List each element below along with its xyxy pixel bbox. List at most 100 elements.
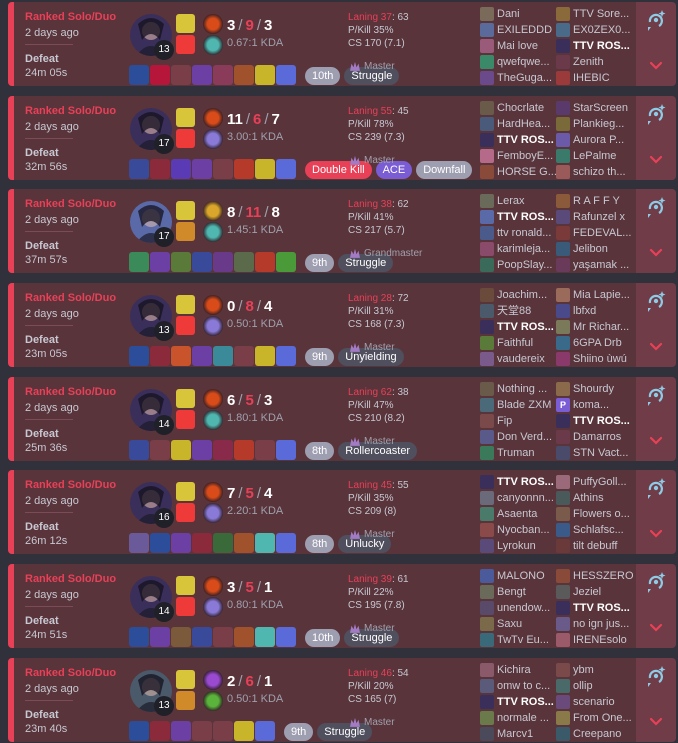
item-icon[interactable] bbox=[276, 65, 296, 85]
player-row[interactable]: TTV ROS... bbox=[480, 319, 558, 335]
player-name[interactable]: koma... bbox=[573, 398, 634, 412]
player-name[interactable]: unendow... bbox=[497, 601, 558, 615]
player-name[interactable]: karimleja... bbox=[497, 242, 558, 256]
player-row[interactable]: 6GPA Drb bbox=[556, 335, 634, 351]
item-icon[interactable] bbox=[150, 65, 170, 85]
player-row[interactable]: Asaenta bbox=[480, 506, 558, 522]
item-icon[interactable] bbox=[192, 346, 212, 366]
player-row[interactable]: lbfxd bbox=[556, 303, 634, 319]
item-icon[interactable] bbox=[234, 159, 254, 179]
summoner-spell-icon[interactable] bbox=[176, 597, 195, 616]
item-icon[interactable] bbox=[276, 159, 296, 179]
player-row[interactable]: TTV ROS... bbox=[556, 38, 634, 54]
player-row[interactable]: Rafunzel x bbox=[556, 209, 634, 225]
player-row[interactable]: tilt debuff bbox=[556, 538, 634, 554]
item-icon[interactable] bbox=[213, 721, 233, 741]
player-name[interactable]: schizo th... bbox=[573, 165, 634, 179]
player-name[interactable]: ollip bbox=[573, 679, 634, 693]
item-icon[interactable] bbox=[276, 252, 296, 272]
ai-analysis-button[interactable] bbox=[643, 475, 669, 501]
player-row[interactable]: Plankieg... bbox=[556, 116, 634, 132]
player-row[interactable]: qwefqwe... bbox=[480, 54, 558, 70]
player-name[interactable]: FEDEVAL... bbox=[573, 226, 634, 240]
player-row[interactable]: TTV ROS... bbox=[480, 132, 558, 148]
item-icon[interactable] bbox=[213, 627, 233, 647]
rune-icon[interactable] bbox=[203, 316, 223, 336]
item-icon[interactable] bbox=[150, 346, 170, 366]
summoner-spell-icon[interactable] bbox=[176, 316, 195, 335]
summoner-spell-icon[interactable] bbox=[176, 670, 195, 689]
player-row[interactable]: TheGuga... bbox=[480, 70, 558, 86]
player-row[interactable]: TTV ROS... bbox=[480, 694, 558, 710]
rune-icon[interactable] bbox=[203, 410, 223, 430]
player-name[interactable]: 天堂88 bbox=[497, 304, 558, 318]
player-name[interactable]: Bengt bbox=[497, 585, 558, 599]
summoner-spell-icon[interactable] bbox=[176, 576, 195, 595]
player-name[interactable]: 6GPA Drb bbox=[573, 336, 634, 350]
item-icon[interactable] bbox=[150, 627, 170, 647]
expand-button[interactable] bbox=[646, 55, 666, 75]
player-name[interactable]: HORSE G... bbox=[497, 165, 558, 179]
item-icon[interactable] bbox=[129, 440, 149, 460]
player-name[interactable]: Nothing ... bbox=[497, 382, 558, 396]
item-icon[interactable] bbox=[129, 533, 149, 553]
player-name[interactable]: IRENEsolo bbox=[573, 633, 634, 647]
player-name[interactable]: Marcv1 bbox=[497, 727, 558, 741]
player-name[interactable]: TTV ROS... bbox=[497, 320, 558, 334]
player-name[interactable]: Creepano bbox=[573, 727, 634, 741]
item-icon[interactable] bbox=[234, 721, 254, 741]
rune-icon[interactable] bbox=[203, 482, 223, 502]
player-name[interactable]: Nyocban... bbox=[497, 523, 558, 537]
player-name[interactable]: ybm bbox=[573, 663, 634, 677]
player-row[interactable]: Joachim... bbox=[480, 287, 558, 303]
player-row[interactable]: Jeziel bbox=[556, 584, 634, 600]
player-row[interactable]: FemboyE... bbox=[480, 148, 558, 164]
player-name[interactable]: Flowers o... bbox=[573, 507, 634, 521]
player-name[interactable]: Fip bbox=[497, 414, 558, 428]
player-name[interactable]: Blade ZXM bbox=[497, 398, 558, 412]
player-name[interactable]: Rafunzel x bbox=[573, 210, 634, 224]
item-icon[interactable] bbox=[150, 159, 170, 179]
item-icon[interactable] bbox=[171, 252, 191, 272]
item-icon[interactable] bbox=[129, 159, 149, 179]
player-name[interactable]: Mr Richar... bbox=[573, 320, 634, 334]
ai-analysis-button[interactable] bbox=[643, 288, 669, 314]
player-row[interactable]: scenario bbox=[556, 694, 634, 710]
rune-icon[interactable] bbox=[203, 129, 223, 149]
player-name[interactable]: scenario bbox=[573, 695, 634, 709]
item-icon[interactable] bbox=[255, 440, 275, 460]
player-name[interactable]: HardHea... bbox=[497, 117, 558, 131]
player-row[interactable]: no ign jus... bbox=[556, 616, 634, 632]
item-icon[interactable] bbox=[255, 65, 275, 85]
summoner-spell-icon[interactable] bbox=[176, 222, 195, 241]
rune-icon[interactable] bbox=[203, 389, 223, 409]
player-name[interactable]: tilt debuff bbox=[573, 539, 634, 553]
player-row[interactable]: TTV ROS... bbox=[480, 474, 558, 490]
player-row[interactable]: HORSE G... bbox=[480, 164, 558, 180]
player-name[interactable]: Mia Lapie... bbox=[573, 288, 634, 302]
player-name[interactable]: Athins bbox=[573, 491, 634, 505]
item-icon[interactable] bbox=[192, 65, 212, 85]
player-row[interactable]: Zenith bbox=[556, 54, 634, 70]
item-icon[interactable] bbox=[213, 252, 233, 272]
player-row[interactable]: IRENEsolo bbox=[556, 632, 634, 648]
player-row[interactable]: Chocrlate bbox=[480, 100, 558, 116]
player-name[interactable]: Faithful bbox=[497, 336, 558, 350]
item-icon[interactable] bbox=[171, 65, 191, 85]
ai-analysis-button[interactable] bbox=[643, 382, 669, 408]
player-name[interactable]: Jeziel bbox=[573, 585, 634, 599]
rune-icon[interactable] bbox=[203, 35, 223, 55]
player-row[interactable]: Schlafsc... bbox=[556, 522, 634, 538]
player-name[interactable]: Shiino ùwú bbox=[573, 352, 634, 366]
player-name[interactable]: omw to c... bbox=[497, 679, 558, 693]
player-name[interactable]: TTV ROS... bbox=[497, 475, 558, 489]
player-row[interactable]: EXILEDDD bbox=[480, 22, 558, 38]
item-icon[interactable] bbox=[276, 440, 296, 460]
summoner-spell-icon[interactable] bbox=[176, 129, 195, 148]
player-name[interactable]: Kichira bbox=[497, 663, 558, 677]
item-icon[interactable] bbox=[213, 159, 233, 179]
player-name[interactable]: Plankieg... bbox=[573, 117, 634, 131]
player-row[interactable]: Jelibon bbox=[556, 241, 634, 257]
player-name[interactable]: Don Verd... bbox=[497, 430, 558, 444]
player-name[interactable]: canyonnn... bbox=[497, 491, 558, 505]
